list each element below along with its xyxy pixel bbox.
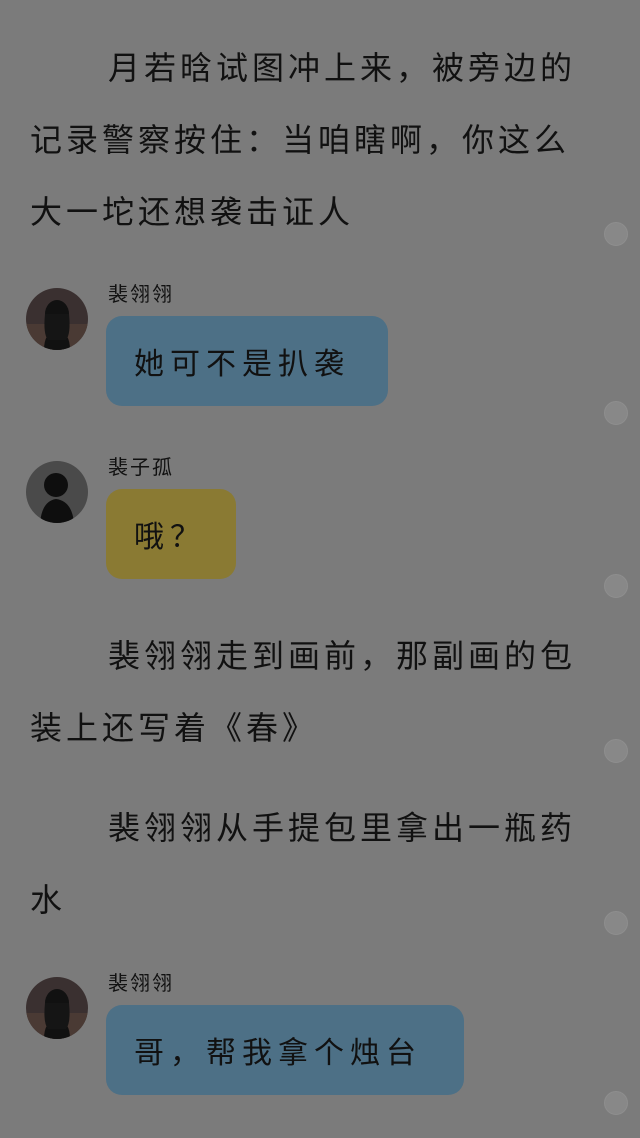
sender-name: 裴翎翎 [108,971,174,995]
silhouette-avatar[interactable] [26,461,88,523]
sender-name: 裴子孤 [108,455,174,479]
scroll-dot[interactable] [604,739,628,763]
message-bubble[interactable]: 她可不是扒袭 [106,316,388,406]
girl-avatar[interactable] [26,977,88,1039]
scroll-dot[interactable] [604,401,628,425]
scroll-dot[interactable] [604,574,628,598]
sender-name: 裴翎翎 [108,282,174,306]
message-text: 哦？ [134,520,206,555]
narration-text: 裴翎翎从手提包里拿出一瓶药水 [30,809,577,919]
narration-paragraph: 月若晗试图冲上来，被旁边的记录警察按住：当咱瞎啊，你这么大一坨还想袭击证人 [30,32,590,248]
narration-paragraph: 裴翎翎走到画前，那副画的包装上还写着《春》 [30,620,590,764]
message-text: 哥，帮我拿个烛台 [134,1036,422,1071]
scroll-dot[interactable] [604,1091,628,1115]
narration-paragraph: 裴翎翎从手提包里拿出一瓶药水 [30,792,590,936]
narration-text: 月若晗试图冲上来，被旁边的记录警察按住：当咱瞎啊，你这么大一坨还想袭击证人 [30,49,577,231]
message-text: 她可不是扒袭 [134,347,350,382]
message-bubble[interactable]: 哥，帮我拿个烛台 [106,1005,464,1095]
scroll-dot[interactable] [604,222,628,246]
scroll-dot[interactable] [604,911,628,935]
girl-avatar[interactable] [26,288,88,350]
message-bubble[interactable]: 哦？ [106,489,236,579]
narration-text: 裴翎翎走到画前，那副画的包装上还写着《春》 [30,637,577,747]
